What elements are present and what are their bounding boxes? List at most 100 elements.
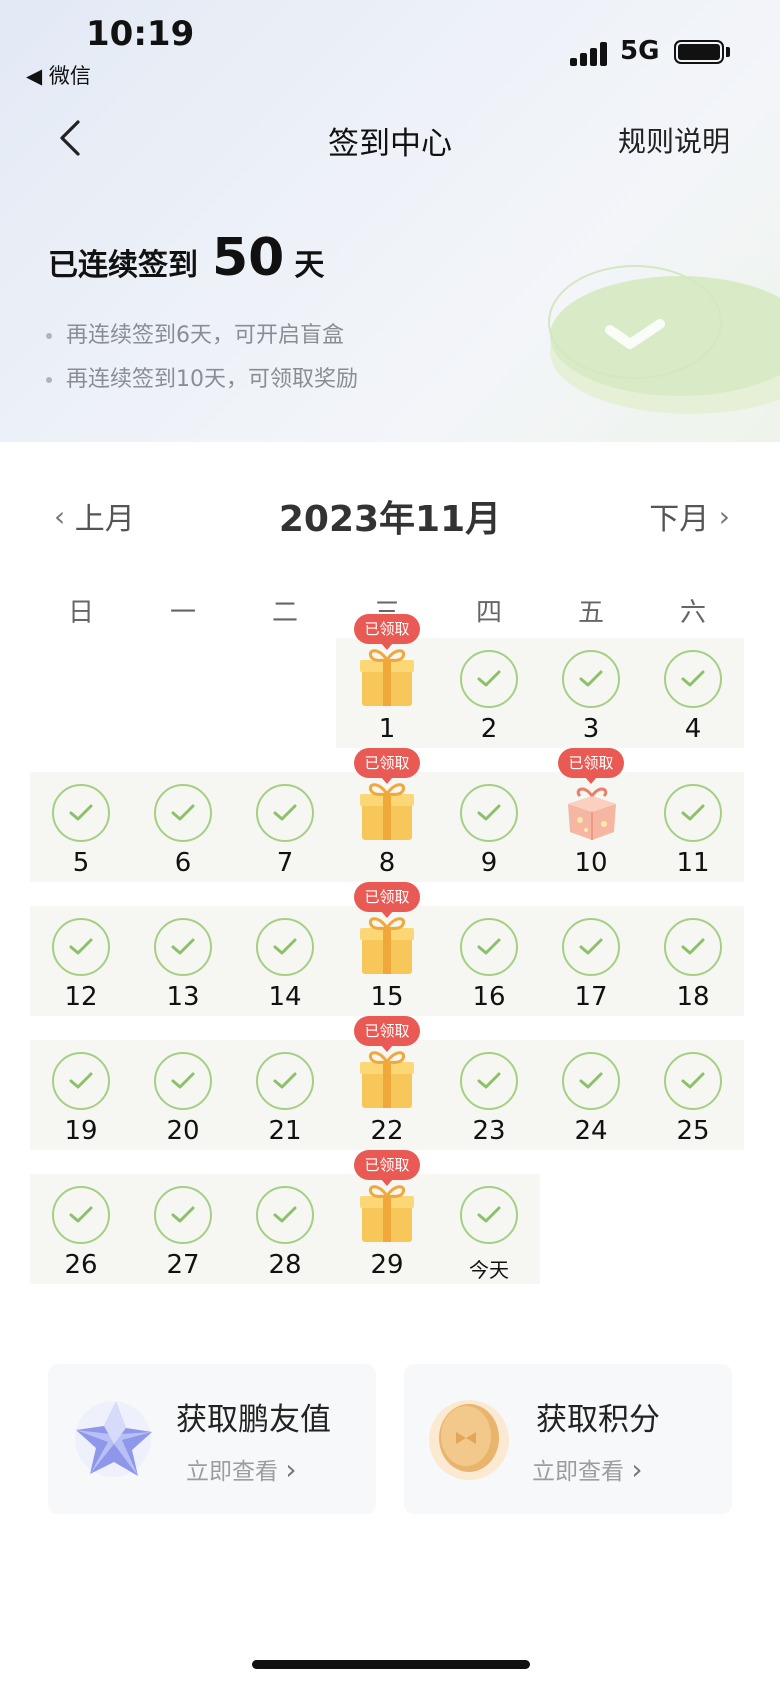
check-icon [664, 1052, 722, 1110]
calendar-day-10[interactable]: 已领取 10 [540, 748, 642, 882]
card-link[interactable]: 立即查看 › [186, 1452, 297, 1486]
day-number: 今天 [469, 1258, 509, 1282]
calendar-day-3[interactable]: 3 [540, 614, 642, 748]
check-icon [256, 1052, 314, 1110]
tip-text: 再连续签到6天，可开启盲盒 [66, 323, 344, 348]
calendar-day-18[interactable]: 18 [642, 882, 744, 1016]
battery-tip [726, 47, 730, 57]
network-type: 5G [620, 36, 660, 66]
day-number: 23 [472, 1116, 506, 1146]
day-number: 11 [676, 848, 710, 878]
checkmark-coin-decoration [548, 265, 780, 414]
gold-coin-icon [429, 1400, 509, 1480]
calendar-day-7[interactable]: 7 [234, 748, 336, 882]
check-icon [562, 1052, 620, 1110]
day-number: 26 [64, 1250, 98, 1280]
check-icon [460, 1052, 518, 1110]
calendar-day-6[interactable]: 6 [132, 748, 234, 882]
day-number: 14 [268, 982, 302, 1012]
claimed-badge: 已领取 [354, 1016, 420, 1052]
calendar-day-8[interactable]: 已领取 8 [336, 748, 438, 882]
battery-icon [674, 40, 724, 64]
streak-prefix: 已连续签到 [48, 248, 198, 283]
weekday-label: 日 [67, 598, 94, 628]
calendar-day-4[interactable]: 4 [642, 614, 744, 748]
streak-suffix: 天 [294, 248, 325, 283]
calendar-day-29[interactable]: 已领取 29 [336, 1150, 438, 1284]
day-number: 3 [582, 714, 600, 744]
day-number: 18 [676, 982, 710, 1012]
day-number: 7 [276, 848, 294, 878]
calendar-day-11[interactable]: 11 [642, 748, 744, 882]
day-number: 25 [676, 1116, 710, 1146]
chevron-right-icon: › [285, 1452, 297, 1486]
day-number: 15 [370, 982, 404, 1012]
claimed-badge: 已领取 [354, 748, 420, 784]
check-icon [460, 1186, 518, 1244]
calendar-day-17[interactable]: 17 [540, 882, 642, 1016]
check-icon [460, 784, 518, 842]
day-number: 6 [174, 848, 192, 878]
day-number: 24 [574, 1116, 608, 1146]
calendar-day-20[interactable]: 20 [132, 1016, 234, 1150]
calendar-day-21[interactable]: 21 [234, 1016, 336, 1150]
calendar-day-22[interactable]: 已领取 22 [336, 1016, 438, 1150]
back-to-wechat[interactable]: ◀ 微信 [26, 60, 91, 90]
chevron-right-icon: › [631, 1452, 643, 1486]
gift-box-icon [358, 644, 416, 708]
calendar-day-13[interactable]: 13 [132, 882, 234, 1016]
day-number: 22 [370, 1116, 404, 1146]
card-link-label: 立即查看 [532, 1459, 624, 1485]
day-number: 27 [166, 1250, 200, 1280]
calendar-day-15[interactable]: 已领取 15 [336, 882, 438, 1016]
calendar-day-9[interactable]: 9 [438, 748, 540, 882]
card-title: 获取积分 [536, 1402, 660, 1438]
check-icon [52, 1052, 110, 1110]
home-indicator [252, 1660, 530, 1669]
check-icon [256, 918, 314, 976]
get-points-card[interactable]: 获取积分 立即查看 › [404, 1364, 732, 1514]
claimed-badge: 已领取 [354, 882, 420, 918]
calendar-day-2[interactable]: 2 [438, 614, 540, 748]
bullet-icon [46, 377, 52, 383]
day-number: 21 [268, 1116, 302, 1146]
check-icon [154, 1052, 212, 1110]
check-icon [664, 784, 722, 842]
calendar-day-19[interactable]: 19 [30, 1016, 132, 1150]
next-month-button[interactable]: 下月 › [649, 494, 730, 538]
calendar-day-28[interactable]: 28 [234, 1150, 336, 1284]
blind-box-icon [562, 778, 620, 842]
calendar-day-27[interactable]: 27 [132, 1150, 234, 1284]
calendar-day-16[interactable]: 16 [438, 882, 540, 1016]
check-icon [256, 784, 314, 842]
rules-link[interactable]: 规则说明 [618, 120, 730, 160]
calendar-day-12[interactable]: 12 [30, 882, 132, 1016]
card-link[interactable]: 立即查看 › [532, 1452, 643, 1486]
check-icon [52, 918, 110, 976]
calendar-day-today[interactable]: 今天 [438, 1150, 540, 1284]
month-navigator: ‹ 上月 2023年11月 下月 › [0, 490, 780, 540]
tips-list: 再连续签到6天，可开启盲盒 再连续签到10天，可领取奖励 [46, 314, 358, 402]
tip-item: 再连续签到10天，可领取奖励 [46, 358, 358, 402]
calendar-day-1[interactable]: 已领取 1 [336, 614, 438, 748]
check-icon [256, 1186, 314, 1244]
calendar-day-24[interactable]: 24 [540, 1016, 642, 1150]
day-number: 10 [574, 848, 608, 878]
day-number: 20 [166, 1116, 200, 1146]
day-number: 29 [370, 1250, 404, 1280]
calendar-day-23[interactable]: 23 [438, 1016, 540, 1150]
calendar-day-26[interactable]: 26 [30, 1150, 132, 1284]
get-pengyou-value-card[interactable]: 获取鹏友值 立即查看 › [48, 1364, 376, 1514]
day-number: 13 [166, 982, 200, 1012]
status-time: 10:19 [86, 14, 195, 54]
check-icon [460, 650, 518, 708]
calendar-day-25[interactable]: 25 [642, 1016, 744, 1150]
calendar-day-5[interactable]: 5 [30, 748, 132, 882]
crystal-star-icon [75, 1401, 152, 1477]
status-bar: 10:19 ◀ 微信 5G [0, 0, 780, 100]
day-number: 17 [574, 982, 608, 1012]
calendar-day-14[interactable]: 14 [234, 882, 336, 1016]
day-number: 12 [64, 982, 98, 1012]
check-icon [154, 1186, 212, 1244]
day-number: 9 [480, 848, 498, 878]
